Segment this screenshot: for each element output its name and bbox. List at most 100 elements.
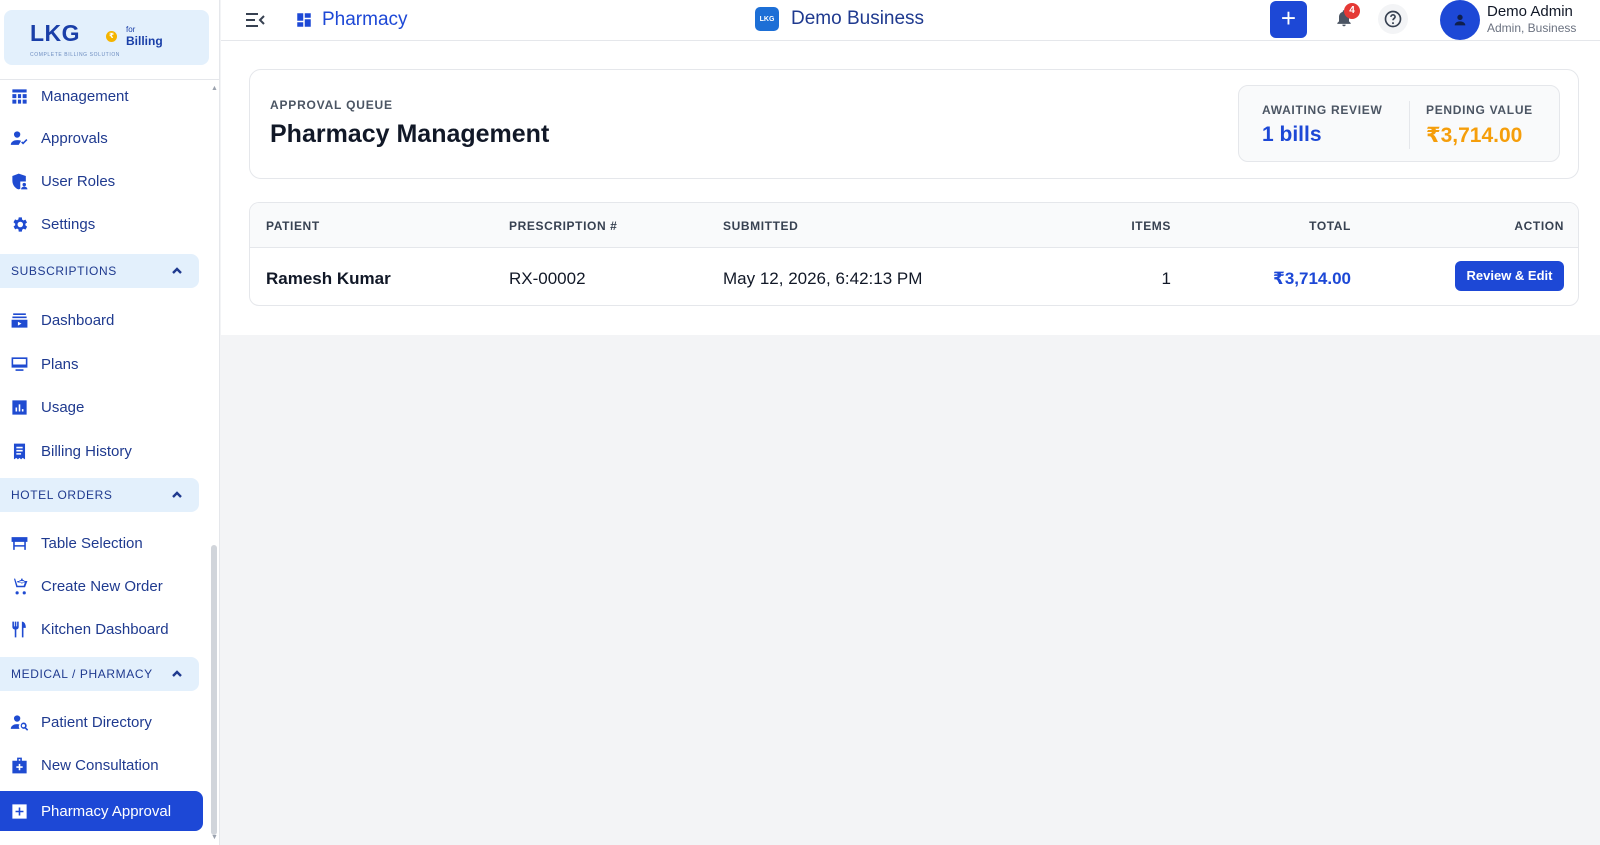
summary-card: APPROVAL QUEUE Pharmacy Management AWAIT… xyxy=(249,69,1579,179)
column-header-submitted[interactable]: SUBMITTED xyxy=(723,219,798,233)
table-header: PATIENT PRESCRIPTION # SUBMITTED ITEMS T… xyxy=(250,203,1578,248)
sidebar-item-label: Plans xyxy=(41,355,79,373)
section-medical-pharmacy[interactable]: MEDICAL / PHARMACY xyxy=(0,657,199,691)
sidebar-item-label: Kitchen Dashboard xyxy=(41,620,169,638)
medical-bag-icon xyxy=(9,755,29,775)
cart-plus-icon xyxy=(9,576,29,596)
stat-label: AWAITING REVIEW xyxy=(1262,103,1383,117)
breadcrumb[interactable]: Pharmacy xyxy=(295,9,408,31)
menu-collapse-icon xyxy=(246,13,265,27)
section-title: SUBSCRIPTIONS xyxy=(11,264,117,278)
sidebar-item-label: Billing History xyxy=(41,442,132,460)
chevron-up-icon xyxy=(172,491,182,498)
sidebar-item-plans[interactable]: Plans xyxy=(0,344,205,384)
business-name: Demo Business xyxy=(791,8,925,29)
table-icon xyxy=(9,533,29,553)
column-header-total[interactable]: TOTAL xyxy=(1295,219,1351,233)
stat-value: ₹3,714.00 xyxy=(1426,124,1523,147)
bar-chart-icon xyxy=(9,397,29,417)
queue-label: APPROVAL QUEUE xyxy=(270,98,393,112)
section-title: MEDICAL / PHARMACY xyxy=(11,667,153,681)
sidebar-scroll-thumb[interactable] xyxy=(211,545,217,835)
sidebar-item-kitchen-dashboard[interactable]: Kitchen Dashboard xyxy=(0,609,205,649)
sidebar-item-pharmacy-approval[interactable]: Pharmacy Approval xyxy=(0,791,203,831)
sidebar-item-label: Pharmacy Approval xyxy=(41,802,172,820)
section-title: HOTEL ORDERS xyxy=(11,488,113,502)
logo-for: for xyxy=(126,25,136,34)
stat-value: 1 bills xyxy=(1262,123,1322,146)
notification-badge: 4 xyxy=(1344,3,1360,19)
logo-billing: Billing xyxy=(126,34,163,48)
scroll-down-icon[interactable]: ▼ xyxy=(211,834,218,841)
stats-panel: AWAITING REVIEW 1 bills PENDING VALUE ₹3… xyxy=(1238,85,1560,162)
approval-table: PATIENT PRESCRIPTION # SUBMITTED ITEMS T… xyxy=(249,202,1579,306)
sidebar-item-label: Usage xyxy=(41,398,85,416)
medical-plus-icon xyxy=(9,801,29,821)
shield-user-icon xyxy=(9,171,29,191)
user-icon xyxy=(1454,14,1466,26)
sidebar-item-label: Approvals xyxy=(41,129,108,147)
sidebar-item-label: Create New Order xyxy=(41,577,163,595)
sidebar-item-user-roles[interactable]: User Roles xyxy=(0,161,205,201)
dashboard-grid-icon xyxy=(297,13,311,27)
sidebar-item-management[interactable]: Management xyxy=(0,76,205,116)
dashboard-icon xyxy=(9,310,29,330)
user-name: Demo Admin xyxy=(1487,3,1573,20)
plans-icon xyxy=(9,354,29,374)
sidebar-item-label: Management xyxy=(41,87,129,105)
sidebar-item-dashboard[interactable]: Dashboard xyxy=(0,300,205,340)
sidebar-item-label: User Roles xyxy=(41,172,116,190)
sidebar-item-label: Patient Directory xyxy=(41,713,152,731)
submitted-time: May 12, 2026, 6:42:13 PM xyxy=(723,269,923,288)
sidebar-item-label: New Consultation xyxy=(41,756,159,774)
review-edit-button[interactable]: Review & Edit xyxy=(1455,261,1564,291)
prescription-number: RX-00002 xyxy=(509,269,586,288)
column-header-items[interactable]: ITEMS xyxy=(1125,219,1171,233)
chevron-up-icon xyxy=(172,670,182,677)
chevron-up-icon xyxy=(172,267,182,274)
business-logo-icon: LKG xyxy=(755,7,779,31)
column-header-prescription[interactable]: PRESCRIPTION # xyxy=(509,219,617,233)
stat-pending-value: PENDING VALUE ₹3,714.00 xyxy=(1426,103,1533,148)
sidebar-item-approvals[interactable]: Approvals xyxy=(0,118,205,158)
page-title: Pharmacy Management xyxy=(270,120,550,148)
row-total: ₹3,714.00 xyxy=(1272,269,1351,288)
scroll-up-icon[interactable]: ▲ xyxy=(211,85,218,92)
sidebar: LKG ₹ for Billing COMPLETE BILLING SOLUT… xyxy=(0,0,220,845)
business-switcher[interactable]: LKG Demo Business xyxy=(755,7,924,31)
stat-divider xyxy=(1409,101,1410,149)
help-button[interactable] xyxy=(1378,4,1408,34)
logo-tagline: COMPLETE BILLING SOLUTION xyxy=(30,52,121,58)
sidebar-item-billing-history[interactable]: Billing History xyxy=(0,431,205,471)
help-icon xyxy=(1384,10,1402,28)
breadcrumb-label: Pharmacy xyxy=(322,9,408,30)
utensils-icon xyxy=(9,619,29,639)
patient-name: Ramesh Kumar xyxy=(266,269,391,288)
quick-add-button[interactable]: + xyxy=(1270,1,1307,38)
brand-logo[interactable]: LKG ₹ for Billing COMPLETE BILLING SOLUT… xyxy=(4,10,209,65)
stat-awaiting-review: AWAITING REVIEW 1 bills xyxy=(1262,103,1383,147)
sidebar-item-patient-directory[interactable]: Patient Directory xyxy=(0,702,205,742)
sidebar-item-new-consultation[interactable]: New Consultation xyxy=(0,745,205,785)
user-check-icon xyxy=(9,128,29,148)
sidebar-item-create-new-order[interactable]: Create New Order xyxy=(0,566,205,606)
menu-collapse-button[interactable] xyxy=(243,8,267,32)
sidebar-item-label: Dashboard xyxy=(41,311,115,329)
column-header-patient[interactable]: PATIENT xyxy=(266,219,320,233)
logo-text: LKG xyxy=(30,20,81,46)
column-header-action: ACTION xyxy=(1514,219,1564,233)
section-hotel-orders[interactable]: HOTEL ORDERS xyxy=(0,478,199,512)
avatar[interactable] xyxy=(1440,0,1480,40)
sidebar-item-usage[interactable]: Usage xyxy=(0,387,205,427)
section-subscriptions[interactable]: SUBSCRIPTIONS xyxy=(0,254,199,288)
item-count: 1 xyxy=(1161,269,1171,288)
sidebar-item-table-selection[interactable]: Table Selection xyxy=(0,523,205,563)
grid-icon xyxy=(9,86,29,106)
coin-icon: ₹ xyxy=(106,31,117,42)
stat-label: PENDING VALUE xyxy=(1426,103,1533,117)
sidebar-item-settings[interactable]: Settings xyxy=(0,204,205,244)
user-role: Admin, Business xyxy=(1487,21,1577,35)
gear-icon xyxy=(9,214,29,234)
top-header: Pharmacy LKG Demo Business + 4 Demo Admi… xyxy=(221,0,1600,41)
sidebar-item-label: Table Selection xyxy=(41,534,143,552)
